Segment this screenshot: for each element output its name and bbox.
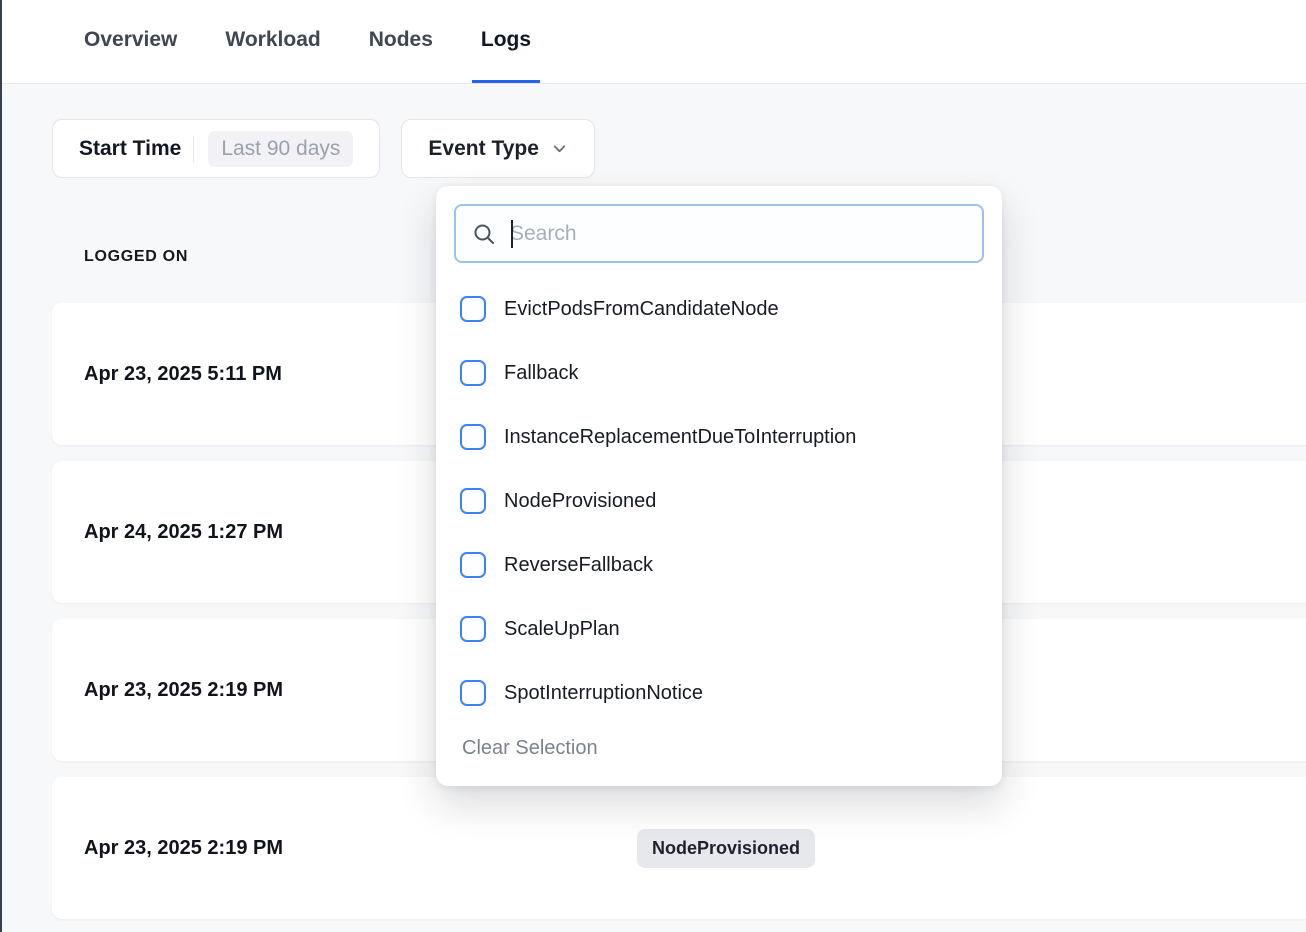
search-input[interactable] bbox=[510, 222, 966, 246]
event-type-filter-button[interactable]: Event Type bbox=[401, 119, 594, 178]
option-label: EvictPodsFromCandidateNode bbox=[504, 298, 779, 321]
chevron-down-icon bbox=[551, 140, 568, 157]
tab-label: Workload bbox=[225, 28, 320, 52]
checkbox[interactable] bbox=[460, 424, 486, 450]
tab-workload[interactable]: Workload bbox=[216, 0, 329, 83]
table-row[interactable]: Apr 23, 2025 2:19 PM NodeProvisioned bbox=[52, 777, 1306, 919]
tab-nodes[interactable]: Nodes bbox=[360, 0, 442, 83]
dropdown-option[interactable]: Fallback bbox=[436, 341, 1002, 405]
tab-label: Overview bbox=[84, 28, 177, 52]
start-time-filter-button[interactable]: Start Time Last 90 days bbox=[52, 119, 380, 178]
checkbox[interactable] bbox=[460, 360, 486, 386]
option-label: Fallback bbox=[504, 362, 578, 385]
option-label: InstanceReplacementDueToInterruption bbox=[504, 426, 856, 449]
tab-label: Logs bbox=[481, 28, 531, 52]
logs-page: Overview Workload Nodes Logs Start Time … bbox=[0, 0, 1306, 932]
tab-overview[interactable]: Overview bbox=[75, 0, 186, 83]
dropdown-option[interactable]: EvictPodsFromCandidateNode bbox=[436, 277, 1002, 341]
search-icon bbox=[472, 222, 496, 246]
option-label: ScaleUpPlan bbox=[504, 618, 620, 641]
checkbox[interactable] bbox=[460, 552, 486, 578]
logs-content: Start Time Last 90 days Event Type LOGGE… bbox=[2, 84, 1306, 931]
filter-bar: Start Time Last 90 days Event Type bbox=[2, 84, 1306, 178]
dropdown-option[interactable]: InstanceReplacementDueToInterruption bbox=[436, 405, 1002, 469]
event-type-dropdown: EvictPodsFromCandidateNode Fallback Inst… bbox=[436, 186, 1002, 786]
dropdown-option[interactable]: SpotInterruptionNotice bbox=[436, 661, 1002, 725]
event-type-badge: NodeProvisioned bbox=[637, 829, 815, 868]
event-type-label: Event Type bbox=[428, 137, 538, 161]
tab-bar: Overview Workload Nodes Logs bbox=[2, 0, 1306, 84]
dropdown-option[interactable]: ScaleUpPlan bbox=[436, 597, 1002, 661]
dropdown-option[interactable]: NodeProvisioned bbox=[436, 469, 1002, 533]
text-cursor bbox=[511, 220, 513, 248]
start-time-label: Start Time bbox=[79, 137, 181, 161]
checkbox[interactable] bbox=[460, 296, 486, 322]
option-label: NodeProvisioned bbox=[504, 490, 656, 513]
clear-selection-button[interactable]: Clear Selection bbox=[462, 737, 598, 760]
dropdown-search bbox=[454, 204, 984, 263]
checkbox[interactable] bbox=[460, 488, 486, 514]
option-label: ReverseFallback bbox=[504, 554, 653, 577]
checkbox[interactable] bbox=[460, 680, 486, 706]
tab-logs[interactable]: Logs bbox=[472, 0, 540, 83]
checkbox[interactable] bbox=[460, 616, 486, 642]
dropdown-option[interactable]: ReverseFallback bbox=[436, 533, 1002, 597]
divider bbox=[193, 136, 194, 162]
logged-on-value: Apr 23, 2025 2:19 PM bbox=[84, 837, 637, 860]
start-time-value: Last 90 days bbox=[208, 131, 353, 167]
tab-label: Nodes bbox=[369, 28, 433, 52]
option-label: SpotInterruptionNotice bbox=[504, 682, 703, 705]
